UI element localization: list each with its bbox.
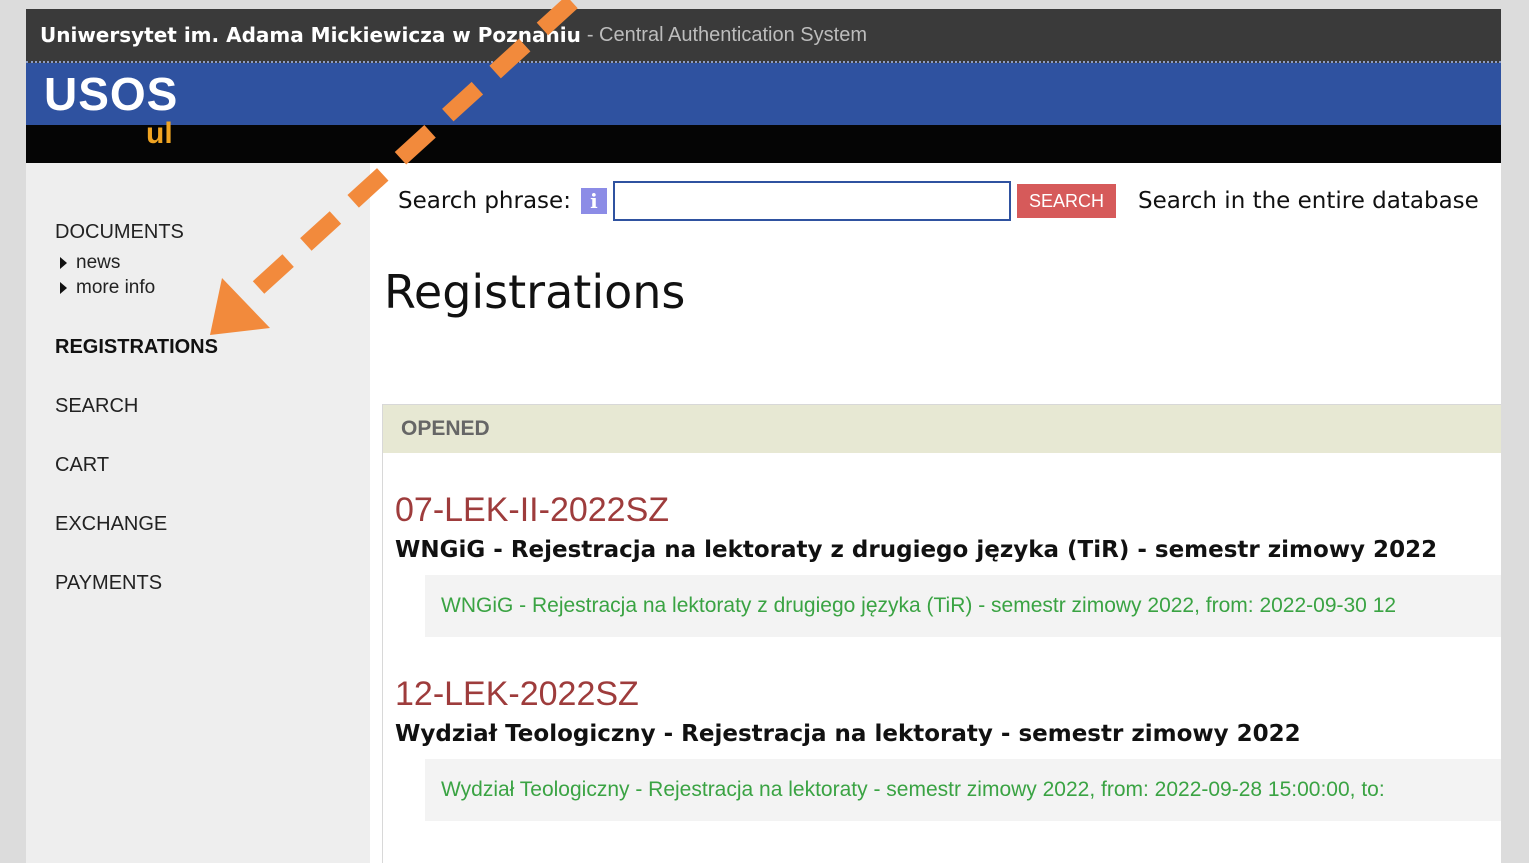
subnav-item-news[interactable]: news bbox=[60, 250, 370, 275]
usos-logo-sub: ul bbox=[146, 117, 173, 150]
search-input[interactable] bbox=[612, 181, 1011, 221]
sidebar-item-registrations[interactable]: REGISTRATIONS bbox=[26, 336, 370, 359]
registration-item: 12-LEK-2022SZ Wydział Teologiczny - Reje… bbox=[383, 677, 1501, 821]
sidebar: DOCUMENTS news more info REGISTRATIONS S… bbox=[26, 163, 370, 863]
university-name: Uniwersytet im. Adama Mickiewicza w Pozn… bbox=[40, 23, 581, 47]
usos-brand-bar: USOS bbox=[26, 63, 1501, 125]
opened-section-header: OPENED bbox=[383, 405, 1501, 453]
sidebar-item-documents[interactable]: DOCUMENTS bbox=[26, 221, 370, 244]
cas-header-bar: Uniwersytet im. Adama Mickiewicza w Pozn… bbox=[26, 9, 1501, 63]
sidebar-item-cart[interactable]: CART bbox=[26, 454, 370, 477]
subnav-label: news bbox=[76, 252, 121, 273]
main-panel: Search phrase: i SEARCH Search in the en… bbox=[370, 163, 1501, 863]
registration-item: 07-LEK-II-2022SZ WNGiG - Rejestracja na … bbox=[383, 493, 1501, 637]
search-entire-database-link[interactable]: Search in the entire database bbox=[1138, 188, 1479, 214]
triangle-right-icon bbox=[60, 257, 67, 269]
search-phrase-label: Search phrase: bbox=[398, 188, 571, 214]
sidebar-item-search[interactable]: SEARCH bbox=[26, 395, 370, 418]
documents-subnav: news more info bbox=[26, 250, 370, 300]
sidebar-item-exchange[interactable]: EXCHANGE bbox=[26, 513, 370, 536]
registration-title: Wydział Teologiczny - Rejestracja na lek… bbox=[395, 721, 1301, 747]
registration-round-link[interactable]: WNGiG - Rejestracja na lektoraty z drugi… bbox=[425, 575, 1501, 637]
registration-title: WNGiG - Rejestracja na lektoraty z drugi… bbox=[395, 537, 1438, 563]
logo-subbar: ul bbox=[26, 119, 1501, 163]
usos-logo[interactable]: USOS bbox=[44, 71, 178, 117]
content-area: DOCUMENTS news more info REGISTRATIONS S… bbox=[26, 163, 1501, 863]
subnav-label: more info bbox=[76, 277, 156, 298]
subnav-item-more-info[interactable]: more info bbox=[60, 275, 370, 300]
browser-frame: Uniwersytet im. Adama Mickiewicza w Pozn… bbox=[26, 9, 1501, 863]
page-title: Registrations bbox=[384, 265, 686, 319]
info-icon[interactable]: i bbox=[580, 188, 607, 214]
triangle-right-icon bbox=[60, 282, 67, 294]
registration-code-link[interactable]: 12-LEK-2022SZ bbox=[395, 677, 1501, 711]
search-row: Search phrase: i SEARCH Search in the en… bbox=[384, 163, 1501, 239]
sidebar-item-payments[interactable]: PAYMENTS bbox=[26, 572, 370, 595]
cas-label: - Central Authentication System bbox=[586, 23, 867, 46]
registration-code-link[interactable]: 07-LEK-II-2022SZ bbox=[395, 493, 1501, 527]
registration-round-link[interactable]: Wydział Teologiczny - Rejestracja na lek… bbox=[425, 759, 1501, 821]
registrations-panel: OPENED 07-LEK-II-2022SZ WNGiG - Rejestra… bbox=[382, 404, 1501, 863]
search-button[interactable]: SEARCH bbox=[1016, 184, 1116, 218]
